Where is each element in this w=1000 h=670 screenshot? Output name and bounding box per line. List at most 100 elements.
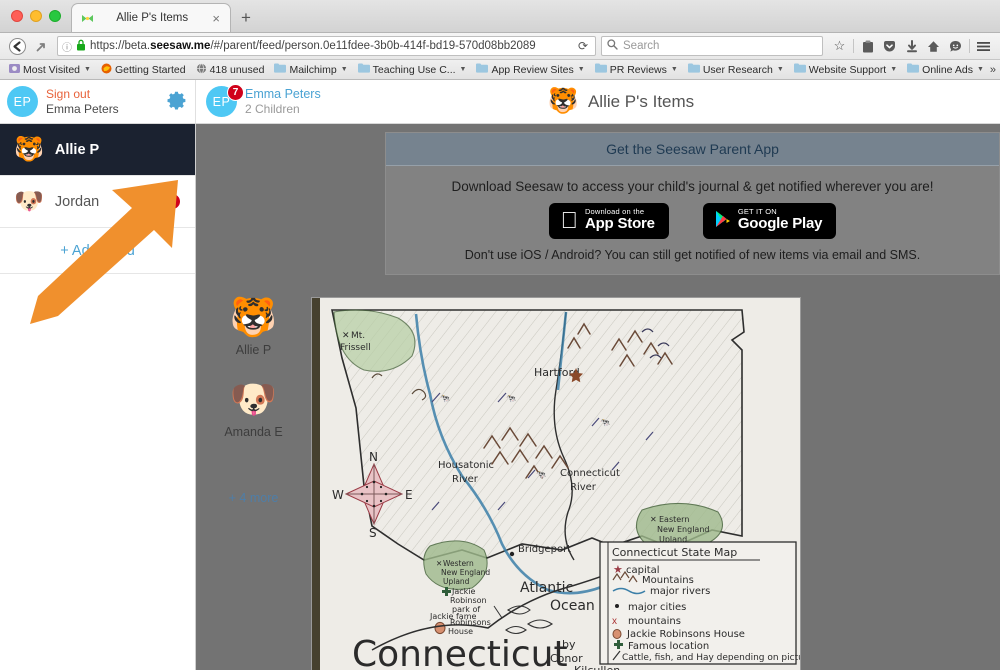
svg-text:E: E <box>405 488 413 502</box>
folder-icon <box>357 63 370 76</box>
bookmark-item[interactable]: Online Ads ▼ <box>903 62 988 77</box>
hello-icon[interactable] <box>945 36 966 56</box>
svg-text:N: N <box>369 450 378 464</box>
divider <box>853 39 854 53</box>
browser-window: Allie P's Items × + ⓘ https://beta.seesa… <box>0 0 1000 670</box>
more-students-link[interactable]: + 4 more <box>229 491 279 505</box>
gear-icon[interactable] <box>167 90 188 115</box>
google-play-button[interactable]: GET IT ON Google Play <box>702 203 837 239</box>
divider <box>969 39 970 53</box>
new-tab-button[interactable]: + <box>231 3 261 32</box>
svg-text:by: by <box>562 638 576 651</box>
promo-footnote: Don't use iOS / Android? You can still g… <box>464 248 921 262</box>
maximize-window-button[interactable] <box>49 10 61 22</box>
sidebar-item-allie-p[interactable]: 🐯 Allie P <box>0 124 195 176</box>
svg-text:Housatonic: Housatonic <box>438 460 494 471</box>
bookmark-item[interactable]: Teaching Use C... ▼ <box>354 62 471 77</box>
bookmark-item[interactable]: User Research ▼ <box>684 62 788 77</box>
svg-text:mountains: mountains <box>628 616 681 627</box>
app-body: 🐯 Allie P 🐶 Jordan 7 + Add Child Get the… <box>0 124 1000 670</box>
apple-icon:  <box>561 209 578 232</box>
firefox-icon <box>101 63 112 77</box>
seesaw-icon <box>79 10 95 26</box>
person-section[interactable]: EP 7 Emma Peters 2 Children <box>196 80 392 123</box>
address-bar[interactable]: ⓘ https://beta.seesaw.me/#/parent/feed/p… <box>57 36 596 56</box>
close-icon[interactable]: × <box>209 11 223 26</box>
star-icon[interactable]: ☆ <box>829 36 850 56</box>
sign-out-link[interactable]: Sign out <box>46 87 119 102</box>
home-icon[interactable] <box>923 36 944 56</box>
pocket-icon[interactable] <box>879 36 900 56</box>
svg-text:New England: New England <box>441 568 490 577</box>
download-icon[interactable] <box>901 36 922 56</box>
tab-strip: Allie P's Items × + <box>0 0 1000 33</box>
svg-text:★: ★ <box>613 564 623 576</box>
app-store-text: Download on the App Store <box>585 208 655 232</box>
svg-text:Jackie: Jackie <box>451 587 476 596</box>
promo-body: Download Seesaw to access your child's j… <box>386 166 999 274</box>
chevron-down-icon: ▼ <box>577 66 585 73</box>
close-window-button[interactable] <box>11 10 23 22</box>
add-child-button[interactable]: + Add Child <box>0 228 195 274</box>
svg-text:Ocean: Ocean <box>550 598 595 614</box>
bookmark-label: Most Visited <box>23 63 80 76</box>
url-text: https://beta.seesaw.me/#/parent/feed/per… <box>90 40 536 52</box>
search-bar[interactable]: Search <box>601 36 823 56</box>
sidebar-item-jordan[interactable]: 🐶 Jordan 7 <box>0 176 195 228</box>
post-attachment[interactable]: ✕ Mt. Frissell ✕ Eastern New England Upl… <box>311 297 801 670</box>
dog-icon: 🐶 <box>14 187 44 215</box>
folder-icon <box>907 63 920 76</box>
bookmark-label: 418 unused <box>209 63 265 76</box>
folder-icon <box>687 63 700 76</box>
app-top-bar: EP Sign out Emma Peters EP 7 Emma Peters… <box>0 80 1000 124</box>
list-item[interactable]: 🐶 Amanda E <box>224 380 283 439</box>
store-badges:  Download on the App Store <box>548 203 837 239</box>
list-item[interactable]: 🐯 Allie P <box>230 298 277 357</box>
bookmark-item[interactable]: Most Visited ▼ <box>5 62 95 78</box>
play-icon <box>715 210 731 231</box>
app-store-button[interactable]:  Download on the App Store <box>548 203 669 239</box>
forward-arrow-icon[interactable] <box>30 36 52 56</box>
account-name: Emma Peters <box>46 101 119 116</box>
bookmark-item[interactable]: PR Reviews ▼ <box>591 62 682 77</box>
drawing-title: Connecticut <box>352 634 568 670</box>
chevron-down-icon: ▼ <box>976 66 984 73</box>
bookmark-label: Mailchimp <box>289 63 337 76</box>
most-visited-icon <box>9 63 20 77</box>
notification-badge: 7 <box>227 84 244 101</box>
svg-text:Jackie Robinsons House: Jackie Robinsons House <box>626 629 745 640</box>
sidebar-item-label: Jordan <box>54 193 100 210</box>
svg-text:🐄: 🐄 <box>440 394 450 403</box>
bookmark-item[interactable]: Website Support ▼ <box>790 62 901 77</box>
account-info: Sign out Emma Peters <box>46 87 119 117</box>
svg-text:Upland: Upland <box>443 577 470 586</box>
bookmark-item[interactable]: Getting Started <box>97 62 190 78</box>
svg-text:Mt.: Mt. <box>351 331 365 341</box>
info-icon[interactable]: ⓘ <box>62 39 72 54</box>
bookmark-label: Teaching Use C... <box>372 63 456 76</box>
bookmark-item[interactable]: 418 unused <box>192 62 269 78</box>
svg-text:major cities: major cities <box>628 602 686 613</box>
reload-icon[interactable]: ⟳ <box>575 39 591 53</box>
bookmark-label: Getting Started <box>114 63 186 76</box>
bookmark-label: App Review Sites <box>491 63 574 76</box>
bookmark-item[interactable]: Mailchimp ▼ <box>270 62 351 77</box>
bookmark-label: Online Ads <box>922 63 973 76</box>
bookmarks-bar: Most Visited ▼ Getting Started 418 unuse… <box>0 60 1000 80</box>
bookmark-item[interactable]: App Review Sites ▼ <box>472 62 588 77</box>
seesaw-app: EP Sign out Emma Peters EP 7 Emma Peters… <box>0 80 1000 670</box>
page-title-section: 🐯 Allie P's Items <box>392 80 1000 123</box>
hamburger-menu-icon[interactable] <box>973 36 994 56</box>
svg-text:✕: ✕ <box>342 331 350 341</box>
student-name: Amanda E <box>224 424 283 439</box>
reader-icon[interactable] <box>857 36 878 56</box>
browser-tab[interactable]: Allie P's Items × <box>71 3 231 32</box>
bookmarks-overflow-button[interactable]: » <box>990 64 996 76</box>
minimize-window-button[interactable] <box>30 10 42 22</box>
student-drawing-image: ✕ Mt. Frissell ✕ Eastern New England Upl… <box>312 298 800 670</box>
student-name: Allie P <box>235 342 272 357</box>
folder-icon <box>476 63 489 76</box>
svg-text:✕: ✕ <box>650 515 657 524</box>
back-arrow-icon[interactable] <box>6 36 28 56</box>
journal-post: 🐯 Allie P 🐶 Amanda E + 4 more ✕ Mt. Fris… <box>196 297 1000 670</box>
